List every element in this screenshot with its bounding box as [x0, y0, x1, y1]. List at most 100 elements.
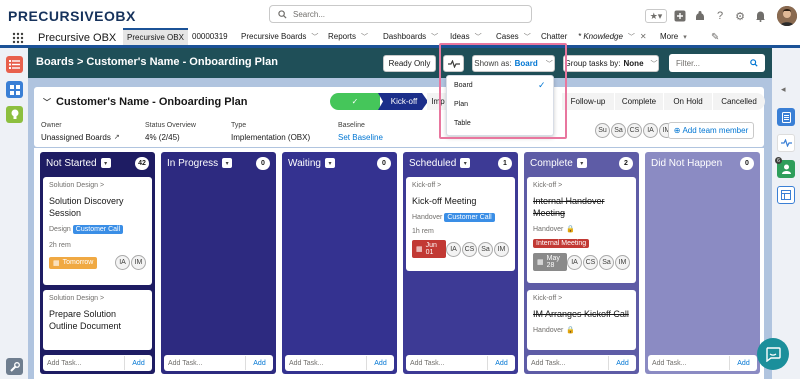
task-card[interactable]: Kick-off > Internal Handover Meeting Han…	[527, 177, 636, 283]
group-tasks-select[interactable]: Group tasks by: None ﹀	[563, 55, 659, 72]
filter-input[interactable]: Filter...	[669, 54, 765, 72]
task-title[interactable]: Internal Handover Meeting	[533, 195, 630, 219]
global-search-input[interactable]: Search...	[269, 5, 532, 23]
add-task-button[interactable]: Add	[366, 356, 394, 370]
chevron-down-icon[interactable]: ﹀	[361, 32, 368, 42]
tab-knowledge[interactable]: * Knowledge ﹀ ✕	[574, 28, 651, 45]
owner-value[interactable]: Unassigned Boards ↗	[41, 133, 120, 142]
path-step-cancelled[interactable]: Cancelled	[713, 93, 765, 110]
grid-view-icon[interactable]	[6, 81, 23, 98]
set-baseline-link[interactable]: Set Baseline	[338, 133, 383, 142]
chat-button[interactable]	[757, 338, 789, 370]
task-tag: Customer Call	[72, 225, 124, 234]
task-card[interactable]: Solution Design > Solution Discovery Ses…	[43, 177, 152, 285]
close-icon[interactable]: ✕	[640, 32, 647, 41]
help-icon[interactable]: ?	[713, 9, 727, 23]
external-link-icon[interactable]: ↗	[114, 133, 120, 142]
add-task-button[interactable]: Add	[245, 356, 273, 370]
add-task-input[interactable]: Add Task...	[285, 360, 366, 367]
avatar[interactable]: IM	[615, 254, 630, 270]
add-task-input[interactable]: Add Task...	[406, 360, 487, 367]
chevron-down-icon[interactable]: ﹀	[43, 97, 51, 108]
add-task-input[interactable]: Add Task...	[527, 360, 608, 367]
column-menu-icon[interactable]: ▾	[460, 158, 471, 168]
avatar[interactable]: IA	[567, 254, 582, 270]
chevron-down-icon[interactable]: ﹀	[524, 32, 531, 42]
avatar[interactable]: IM	[131, 255, 146, 270]
favorites-icon[interactable]: ★▾	[645, 9, 667, 23]
chevron-down-icon[interactable]: ﹀	[311, 32, 318, 42]
breadcrumb[interactable]: Boards > Customer's Name - Onboarding Pl…	[36, 56, 278, 68]
task-card[interactable]: Solution Design > Prepare Solution Outli…	[43, 290, 152, 350]
column-menu-icon[interactable]: ▾	[576, 158, 587, 168]
status-overview-value: 4% (2/45)	[145, 133, 180, 142]
avatar[interactable]: Sa	[599, 254, 614, 270]
column-menu-icon[interactable]: ▾	[100, 158, 111, 168]
app-name: Precursive OBX	[38, 32, 117, 44]
path-step-complete[interactable]: Complete	[615, 93, 663, 110]
collapse-left-icon[interactable]: ◂	[781, 84, 786, 95]
avatar[interactable]: IM	[494, 241, 509, 257]
calendar-table-icon[interactable]	[777, 186, 795, 204]
notification-bell-icon[interactable]	[753, 9, 767, 23]
add-task-button[interactable]: Add	[729, 356, 757, 370]
chevron-down-icon[interactable]: ﹀	[475, 32, 482, 42]
task-title[interactable]: IM Arranges Kickoff Call	[533, 308, 630, 320]
column-menu-icon[interactable]: ▾	[222, 158, 233, 168]
avatar[interactable]: IA	[115, 255, 130, 270]
task-card[interactable]: Kick-off > Kick-off Meeting Handover Cust…	[406, 177, 515, 271]
task-breadcrumb[interactable]: Solution Design >	[49, 182, 146, 189]
ready-only-button[interactable]: Ready Only	[383, 55, 436, 72]
owner-label: Owner	[41, 122, 62, 129]
avatar[interactable]: Sa	[478, 241, 493, 257]
column-menu-icon[interactable]: ▾	[324, 158, 335, 168]
path-step-follow-up[interactable]: Follow-up	[562, 93, 614, 110]
task-breadcrumb[interactable]: Solution Design >	[49, 295, 146, 302]
task-list-icon[interactable]	[6, 56, 23, 73]
add-task-input[interactable]: Add Task...	[43, 360, 124, 367]
avatar[interactable]: CS	[462, 241, 477, 257]
chevron-down-icon[interactable]: ﹀	[628, 32, 635, 42]
chevron-down-icon[interactable]: ﹀	[431, 32, 438, 42]
add-team-member-button[interactable]: ⊕ Add team member	[668, 122, 754, 139]
tab-precursive-boards[interactable]: Precursive Boards ﹀	[237, 28, 322, 45]
document-icon[interactable]	[777, 108, 795, 126]
tab-reports[interactable]: Reports ﹀	[324, 28, 372, 45]
tab-more[interactable]: More ▾	[656, 28, 691, 45]
edit-nav-icon[interactable]: ✎	[711, 32, 719, 43]
task-breadcrumb[interactable]: Kick-off >	[412, 182, 509, 189]
app-launcher-icon[interactable]	[12, 32, 24, 44]
avatar[interactable]: IA	[446, 241, 461, 257]
task-title[interactable]: Solution Discovery Session	[49, 195, 146, 219]
due-date-text: May 28	[546, 255, 560, 269]
add-task-button[interactable]: Add	[487, 356, 515, 370]
tab-dashboards[interactable]: Dashboards ﹀	[379, 28, 442, 45]
user-avatar[interactable]	[777, 6, 797, 26]
task-title[interactable]: Prepare Solution Outline Document	[49, 308, 146, 332]
avatar[interactable]: CS	[627, 123, 642, 138]
path-step-completed[interactable]: ✓	[330, 93, 380, 110]
task-title[interactable]: Kick-off Meeting	[412, 195, 509, 207]
task-breadcrumb[interactable]: Kick-off >	[533, 182, 630, 189]
task-card[interactable]: Kick-off > IM Arranges Kickoff Call Hand…	[527, 290, 636, 350]
tab-00000319[interactable]: 00000319	[188, 28, 232, 45]
avatar[interactable]: Su	[595, 123, 610, 138]
tab-label: Dashboards	[383, 32, 427, 41]
add-icon[interactable]	[673, 9, 687, 23]
path-step-on-hold[interactable]: On Hold	[664, 93, 712, 110]
precursive-logo[interactable]: PRECURSIVE OBX	[8, 8, 136, 24]
avatar[interactable]: IA	[643, 123, 658, 138]
lightbulb-icon[interactable]	[6, 106, 23, 123]
avatar[interactable]: CS	[583, 254, 598, 270]
avatar[interactable]: Sa	[611, 123, 626, 138]
activity-pulse-icon[interactable]	[777, 134, 795, 152]
wrench-icon[interactable]	[6, 358, 23, 375]
add-task-input[interactable]: Add Task...	[648, 360, 729, 367]
setup-assistant-icon[interactable]	[693, 9, 707, 23]
add-task-input[interactable]: Add Task...	[164, 360, 245, 367]
task-breadcrumb[interactable]: Kick-off >	[533, 295, 630, 302]
add-task-button[interactable]: Add	[608, 356, 636, 370]
tab-precursive-obx[interactable]: Precursive OBX	[123, 28, 188, 45]
add-task-button[interactable]: Add	[124, 356, 152, 370]
gear-icon[interactable]: ⚙	[733, 9, 747, 23]
